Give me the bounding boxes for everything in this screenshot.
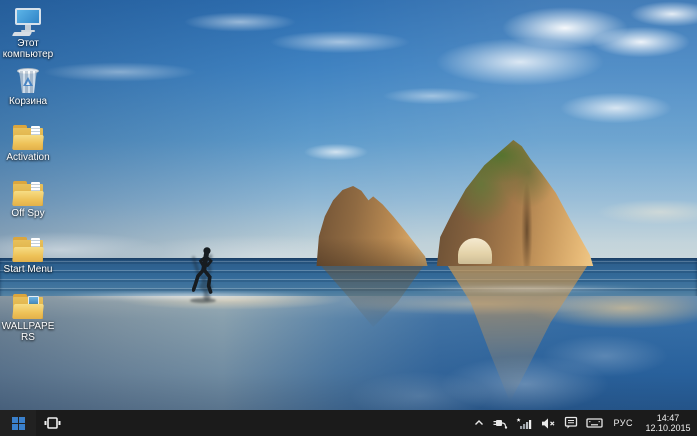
folder-icon xyxy=(12,232,44,262)
recycle-bin-icon xyxy=(16,64,40,94)
desktop-icon-label: Корзина xyxy=(8,96,48,107)
network-tray-button[interactable] xyxy=(516,410,532,436)
desktop-icon-this-pc[interactable]: Этот компьютер xyxy=(0,6,56,60)
clock-time: 14:47 xyxy=(656,413,680,423)
desktop-icon-label: WALLPAPERS xyxy=(1,321,55,343)
task-view-icon xyxy=(44,417,60,429)
usb-plug-icon xyxy=(493,419,508,429)
this-pc-icon xyxy=(11,6,43,36)
folder-icon xyxy=(12,120,44,150)
desktop-icon-label: Activation xyxy=(6,152,50,163)
show-hidden-icons-button[interactable] xyxy=(473,410,485,436)
wallpaper xyxy=(0,0,697,410)
desktop-icon-folder-start-menu[interactable]: Start Menu xyxy=(0,232,56,275)
shoreline-foam xyxy=(360,285,697,293)
network-signal-icon xyxy=(516,417,532,429)
desktop-icon-folder-activation[interactable]: Activation xyxy=(0,120,56,163)
beach xyxy=(0,296,697,410)
desktop-icon-folder-off-spy[interactable]: Off Spy xyxy=(0,176,56,219)
folder-icon xyxy=(12,176,44,206)
language-indicator[interactable]: РУС xyxy=(611,418,635,428)
system-tray: РУС 14:47 12.10.2015 xyxy=(473,410,697,436)
clock-date: 12.10.2015 xyxy=(645,423,691,433)
chevron-up-icon xyxy=(475,420,484,425)
action-center-button[interactable] xyxy=(564,410,578,436)
desktop-icon-label: Off Spy xyxy=(11,208,45,219)
touch-keyboard-icon xyxy=(586,418,604,428)
desktop-icon-label: Start Menu xyxy=(3,264,53,275)
desktop-icon-recycle-bin[interactable]: Корзина xyxy=(0,64,56,107)
volume-muted-icon xyxy=(542,417,555,429)
desktop-icon-folder-wallpapers[interactable]: WALLPAPERS xyxy=(0,289,56,343)
desktop-icon-label: Этот компьютер xyxy=(2,38,54,60)
taskbar: РУС 14:47 12.10.2015 xyxy=(0,410,697,436)
action-center-icon xyxy=(565,416,578,429)
desktop: Этот компьютер Корзина Activation Off Sp… xyxy=(0,0,697,436)
touch-keyboard-button[interactable] xyxy=(586,410,604,436)
task-view-button[interactable] xyxy=(36,410,68,436)
safely-remove-hardware-button[interactable] xyxy=(493,410,508,436)
windows-logo-icon xyxy=(11,416,25,430)
taskbar-clock[interactable]: 14:47 12.10.2015 xyxy=(643,413,693,433)
volume-tray-button[interactable] xyxy=(540,410,556,436)
runner-silhouette xyxy=(192,246,218,302)
folder-with-photo-icon xyxy=(12,289,44,319)
start-button[interactable] xyxy=(0,410,36,436)
rock-arch-opening xyxy=(458,238,492,264)
